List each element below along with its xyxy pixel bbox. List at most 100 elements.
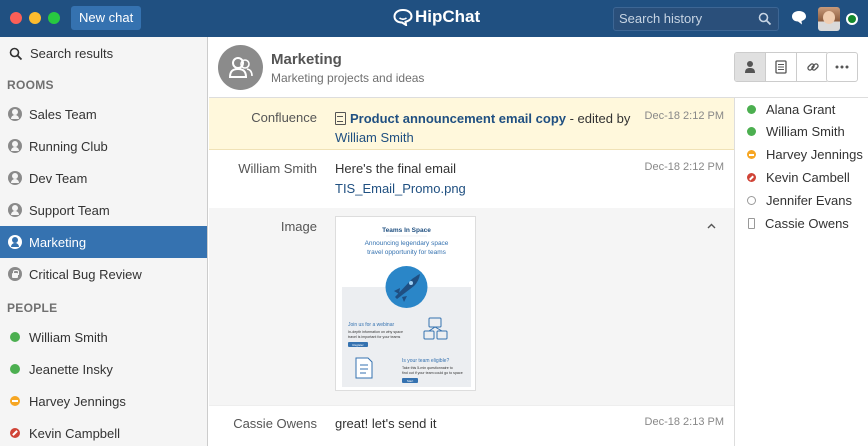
edited-by-text: - edited by xyxy=(566,111,631,126)
mobile-status-icon xyxy=(748,218,755,229)
sidebar-room-sales-team[interactable]: Sales Team xyxy=(0,98,207,130)
roster-name: Kevin Cambell xyxy=(766,170,850,185)
room-roster: Alana Grant William Smith Harvey Jenning… xyxy=(734,98,868,446)
svg-text:travel opportunity for teams: travel opportunity for teams xyxy=(367,249,447,256)
message-row: Cassie Owens great! let's send it Dec-18… xyxy=(209,405,734,446)
available-status-icon xyxy=(10,332,20,342)
message-sender: Confluence xyxy=(251,110,317,125)
dnd-status-icon xyxy=(10,428,20,438)
chat-history[interactable]: Confluence Product announcement email co… xyxy=(209,98,734,446)
svg-text:Take this 5-min questionnaire: Take this 5-min questionnaire to xyxy=(402,366,453,370)
roster-name: Harvey Jennings xyxy=(766,147,863,162)
window-minimize-button[interactable] xyxy=(29,12,41,24)
user-avatar[interactable] xyxy=(818,7,840,31)
room-title: Marketing xyxy=(271,51,342,68)
show-files-button[interactable] xyxy=(766,53,797,81)
message-row: Confluence Product announcement email co… xyxy=(209,98,734,150)
sidebar-person-jeanette-insky[interactable]: Jeanette Insky xyxy=(0,353,207,385)
message-sender: Cassie Owens xyxy=(233,416,317,431)
offline-status-icon xyxy=(747,196,756,205)
sidebar-room-critical-bug-review[interactable]: Critical Bug Review xyxy=(0,258,207,290)
person-icon xyxy=(745,61,755,73)
sidebar-person-kevin-campbell[interactable]: Kevin Campbell xyxy=(0,417,207,446)
message-text: Here's the final email xyxy=(335,161,456,176)
roster-member-alana-grant[interactable]: Alana Grant xyxy=(735,98,868,120)
show-people-button[interactable] xyxy=(735,53,766,81)
person-label: Jeanette Insky xyxy=(29,361,113,377)
search-results-label: Search results xyxy=(30,46,114,61)
roster-member-william-smith[interactable]: William Smith xyxy=(735,120,868,143)
show-links-button[interactable] xyxy=(797,53,828,81)
room-view-toggle xyxy=(734,52,829,82)
room-label: Sales Team xyxy=(29,106,97,122)
roster-name: Cassie Owens xyxy=(765,216,849,231)
svg-text:travel is important for your t: travel is important for your teams xyxy=(348,335,401,339)
room-icon xyxy=(8,171,22,185)
room-avatar xyxy=(218,45,263,90)
title-bar: New chat HipChat Search history xyxy=(0,0,868,37)
promo-webinar-title: Join us for a webinar xyxy=(348,322,394,328)
roster-member-harvey-jennings[interactable]: Harvey Jennings xyxy=(735,143,868,166)
roster-name: Jennifer Evans xyxy=(766,193,852,208)
roster-member-cassie-owens[interactable]: Cassie Owens xyxy=(735,212,868,235)
email-promo-image: Teams In Space Announcing legendary spac… xyxy=(336,217,475,390)
file-attachment-link[interactable]: TIS_Email_Promo.png xyxy=(335,181,466,196)
message-timestamp: Dec-18 2:12 PM xyxy=(644,161,724,173)
away-status-icon xyxy=(10,396,20,406)
room-icon xyxy=(8,107,22,121)
person-label: William Smith xyxy=(29,329,108,345)
sidebar-person-harvey-jennings[interactable]: Harvey Jennings xyxy=(0,385,207,417)
group-icon xyxy=(228,57,253,78)
chat-bubble-icon[interactable] xyxy=(791,10,807,26)
collapse-icon[interactable] xyxy=(707,218,716,232)
app-brand-name: HipChat xyxy=(415,7,481,26)
sidebar-search-results[interactable]: Search results xyxy=(0,37,207,70)
image-preview[interactable]: Teams In Space Announcing legendary spac… xyxy=(335,216,476,391)
message-text: great! let's send it xyxy=(335,416,437,431)
person-label: Harvey Jennings xyxy=(29,393,126,409)
message-sender: Image xyxy=(280,219,317,234)
search-history-input[interactable]: Search history xyxy=(613,7,779,31)
window-zoom-button[interactable] xyxy=(48,12,60,24)
message-row: William Smith Here's the final email TIS… xyxy=(209,150,734,208)
away-status-icon xyxy=(747,150,756,159)
sidebar-person-william-smith[interactable]: William Smith xyxy=(0,321,207,353)
promo-brand: Teams In Space xyxy=(382,227,431,234)
confluence-doc-link[interactable]: Product announcement email copy xyxy=(350,111,566,126)
document-icon xyxy=(335,112,346,125)
sidebar-room-support-team[interactable]: Support Team xyxy=(0,194,207,226)
promo-register-button: Register xyxy=(352,343,363,347)
my-status-icon[interactable] xyxy=(846,13,858,25)
sidebar-room-dev-team[interactable]: Dev Team xyxy=(0,162,207,194)
editor-link[interactable]: William Smith xyxy=(335,130,414,145)
room-label: Marketing xyxy=(29,234,87,250)
link-icon xyxy=(806,63,819,71)
sidebar-room-marketing[interactable]: Marketing xyxy=(0,226,207,258)
room-icon xyxy=(8,235,22,249)
room-label: Dev Team xyxy=(29,170,88,186)
room-label: Running Club xyxy=(29,138,108,154)
sidebar-room-running-club[interactable]: Running Club xyxy=(0,130,207,162)
roster-name: Alana Grant xyxy=(766,101,836,117)
window-close-button[interactable] xyxy=(10,12,22,24)
message-timestamp: Dec-18 2:13 PM xyxy=(644,416,724,428)
roster-member-jennifer-evans[interactable]: Jennifer Evans xyxy=(735,189,868,212)
message-sender: William Smith xyxy=(238,161,317,176)
roster-member-kevin-cambell[interactable]: Kevin Cambell xyxy=(735,166,868,189)
room-icon xyxy=(8,139,22,153)
promo-eligible-title: Is your team eligible? xyxy=(402,358,449,364)
available-status-icon xyxy=(747,104,756,114)
rooms-heading: ROOMS xyxy=(7,78,54,92)
room-header: Marketing Marketing projects and ideas xyxy=(209,37,868,98)
document-icon xyxy=(775,60,787,74)
room-label: Critical Bug Review xyxy=(29,266,142,282)
new-chat-button[interactable]: New chat xyxy=(71,6,142,30)
svg-text:find out if your team could go: find out if your team could go to space xyxy=(402,371,463,375)
search-icon xyxy=(9,47,23,60)
room-icon xyxy=(8,203,22,217)
message-body: Product announcement email copy - edited… xyxy=(335,109,647,147)
more-icon xyxy=(835,65,849,69)
more-options-button[interactable] xyxy=(826,52,858,82)
hipchat-logo-icon xyxy=(393,8,413,26)
available-status-icon xyxy=(10,364,20,374)
